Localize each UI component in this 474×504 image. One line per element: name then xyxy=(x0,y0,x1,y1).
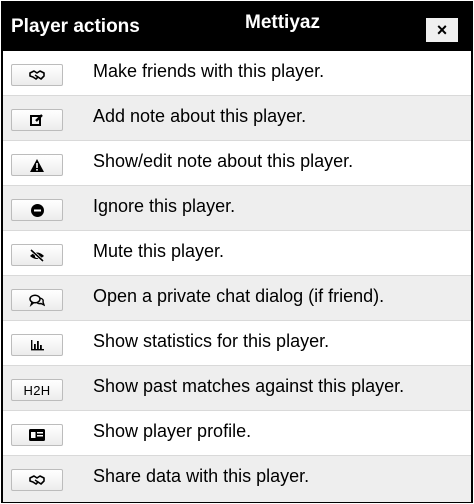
action-row-player-profile: Show player profile. xyxy=(3,411,471,456)
handshake-icon xyxy=(29,475,45,485)
warning-icon xyxy=(30,158,44,172)
player-profile-label: Show player profile. xyxy=(93,421,252,441)
eye-slash-icon xyxy=(29,248,45,262)
player-actions-dialog: Player actions Mettiyaz × Make friends w… xyxy=(1,1,473,503)
actions-list: Make friends with this player. Add note … xyxy=(3,51,471,502)
share-data-label: Share data with this player. xyxy=(93,466,310,486)
action-row-ignore: Ignore this player. xyxy=(3,186,471,231)
bar-chart-icon xyxy=(30,340,44,351)
make-friends-button[interactable] xyxy=(11,64,63,86)
private-chat-button[interactable] xyxy=(11,289,63,311)
add-note-label: Add note about this player. xyxy=(93,106,307,126)
show-note-label: Show/edit note about this player. xyxy=(93,151,354,171)
action-row-make-friends: Make friends with this player. xyxy=(3,51,471,96)
make-friends-label: Make friends with this player. xyxy=(93,61,325,81)
edit-note-icon xyxy=(30,114,43,126)
mute-button[interactable] xyxy=(11,244,63,266)
share-data-button[interactable] xyxy=(11,469,63,491)
action-row-private-chat: Open a private chat dialog (if friend). xyxy=(3,276,471,321)
h2h-button[interactable]: H2H xyxy=(11,379,63,401)
action-row-share-data: Share data with this player. xyxy=(3,456,471,502)
minus-circle-icon xyxy=(30,203,44,217)
dialog-titlebar: Player actions Mettiyaz × xyxy=(3,3,471,51)
show-note-button[interactable] xyxy=(11,154,63,176)
dialog-title: Player actions xyxy=(11,16,140,37)
mute-label: Mute this player. xyxy=(93,241,225,261)
handshake-icon xyxy=(29,70,45,80)
past-matches-label: Show past matches against this player. xyxy=(93,376,405,396)
player-profile-button[interactable] xyxy=(11,424,63,446)
ignore-label: Ignore this player. xyxy=(93,196,236,216)
ignore-button[interactable] xyxy=(11,199,63,221)
chat-bubbles-icon xyxy=(29,293,45,307)
close-icon: × xyxy=(436,19,448,40)
action-row-add-note: Add note about this player. xyxy=(3,96,471,141)
player-name: Mettiyaz xyxy=(245,12,320,33)
action-row-past-matches: H2H Show past matches against this playe… xyxy=(3,366,471,411)
statistics-button[interactable] xyxy=(11,334,63,356)
h2h-button-text: H2H xyxy=(23,382,51,398)
private-chat-label: Open a private chat dialog (if friend). xyxy=(93,286,385,306)
action-row-statistics: Show statistics for this player. xyxy=(3,321,471,366)
action-row-mute: Mute this player. xyxy=(3,231,471,276)
statistics-label: Show statistics for this player. xyxy=(93,331,330,351)
id-card-icon xyxy=(29,429,45,441)
close-button[interactable]: × xyxy=(425,17,459,43)
add-note-button[interactable] xyxy=(11,109,63,131)
action-row-show-note: Show/edit note about this player. xyxy=(3,141,471,186)
